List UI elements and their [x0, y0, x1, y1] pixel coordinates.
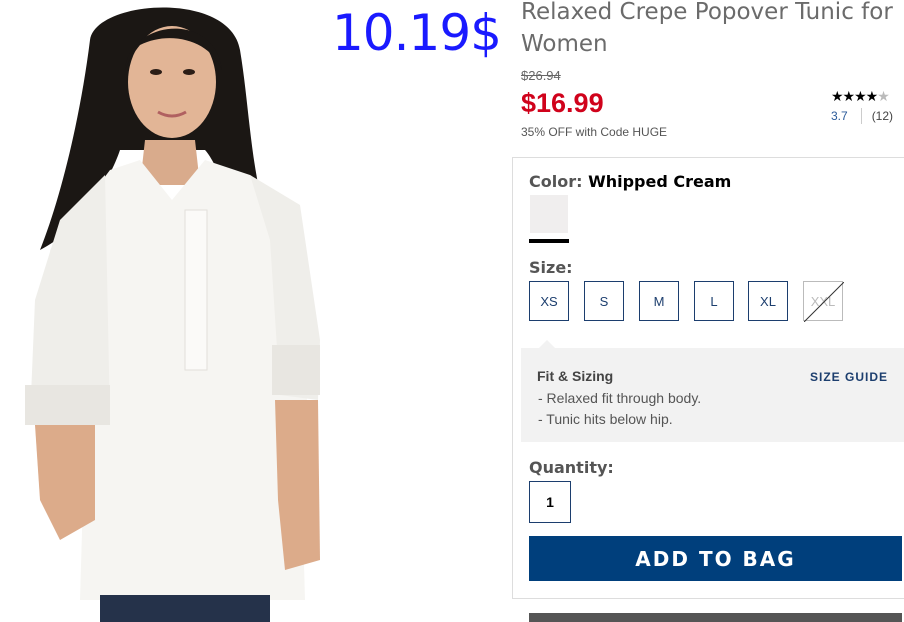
empty-star: ★ — [877, 88, 890, 104]
size-xs-button[interactable]: XS — [529, 281, 569, 321]
star-rating-icon: ★★★★★ — [831, 88, 901, 105]
fit-sizing-title: Fit & Sizing — [537, 368, 614, 384]
add-to-bag-button[interactable]: ADD TO BAG — [529, 536, 902, 581]
size-xxl-button-unavailable[interactable]: XXL — [803, 281, 844, 322]
model-illustration — [0, 0, 510, 622]
sale-price: $16.99 — [521, 88, 604, 118]
size-l-button[interactable]: L — [694, 281, 734, 321]
rating[interactable]: ★★★★★ 3.7 (12) — [831, 88, 901, 124]
product-image[interactable] — [0, 0, 510, 622]
size-xl-button[interactable]: XL — [748, 281, 788, 321]
selected-swatch-indicator — [529, 239, 569, 243]
secondary-button-partial[interactable] — [529, 613, 902, 622]
size-guide-link[interactable]: SIZE GUIDE — [810, 370, 888, 384]
quantity-input[interactable]: 1 — [529, 481, 571, 523]
quantity-label: Quantity: — [529, 458, 614, 477]
review-count[interactable]: (12) — [872, 109, 893, 123]
rating-divider — [860, 108, 862, 124]
size-m-button[interactable]: M — [639, 281, 679, 321]
size-label: Size: — [529, 258, 573, 277]
color-swatch-whipped-cream[interactable] — [530, 195, 568, 233]
product-title: Relaxed Crepe Popover Tunic for Women — [521, 0, 893, 57]
size-s-button[interactable]: S — [584, 281, 624, 321]
filled-stars: ★★★★ — [831, 88, 878, 104]
strike-icon — [804, 282, 844, 322]
overlay-price: 10.19$ — [332, 4, 502, 62]
promo-text: 35% OFF with Code HUGE — [521, 125, 668, 139]
fit-line: - Relaxed fit through body. — [538, 390, 702, 406]
rating-value[interactable]: 3.7 — [831, 109, 848, 123]
color-value: Whipped Cream — [588, 172, 732, 191]
color-label-text: Color: — [529, 172, 583, 191]
original-price: $26.94 — [521, 68, 561, 83]
color-label: Color: Whipped Cream — [529, 172, 731, 191]
fit-line: - Tunic hits below hip. — [538, 411, 673, 427]
